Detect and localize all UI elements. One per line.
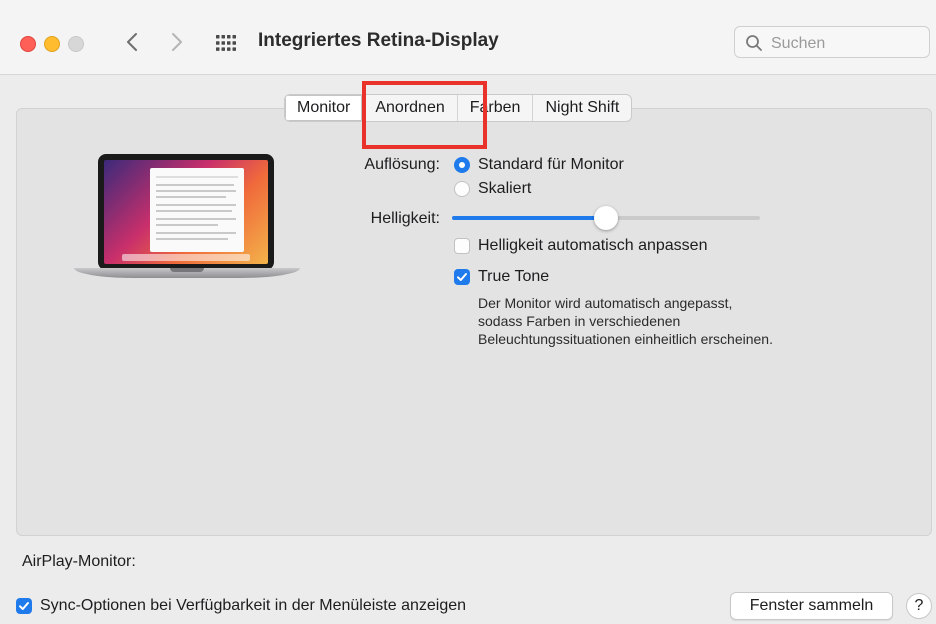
checkmark-icon [457,273,467,281]
checkmark-icon [19,602,29,610]
show-all-grid-icon[interactable] [214,31,238,55]
chevron-left-icon [127,33,137,51]
search-input[interactable] [769,31,923,57]
true-tone-checkbox[interactable] [454,269,470,285]
minimize-window-button[interactable] [44,36,60,52]
auto-brightness-label[interactable]: Helligkeit automatisch anpassen [478,237,707,255]
auto-brightness-checkbox[interactable] [454,238,470,254]
laptop-screen [104,160,268,264]
sync-options-label[interactable]: Sync-Optionen bei Verfügbarkeit in der M… [40,597,466,615]
zoom-window-button[interactable] [68,36,84,52]
screen-document-window [150,168,244,252]
true-tone-label[interactable]: True Tone [478,268,549,286]
radio-scaled-label[interactable]: Skaliert [478,180,531,198]
radio-standard-label[interactable]: Standard für Monitor [478,156,624,174]
airplay-monitor-label: AirPlay-Monitor: [22,553,136,570]
true-tone-description: Der Monitor wird automatisch angepasst, … [478,295,773,347]
help-button[interactable]: ? [906,593,932,619]
back-button[interactable] [120,28,144,56]
chevron-right-icon [172,33,182,51]
annotation-highlight-box [362,81,487,149]
brightness-slider[interactable] [452,206,760,230]
laptop-lid [98,154,274,270]
window-title: Integriertes Retina-Display [258,30,499,51]
search-field[interactable] [734,26,930,58]
gather-windows-button[interactable]: Fenster sammeln [730,592,893,620]
sync-options-checkbox[interactable] [16,598,32,614]
search-icon [746,35,762,51]
tab-monitor[interactable]: Monitor [285,95,363,121]
resolution-label: Auflösung: [364,156,440,173]
radio-standard[interactable] [454,157,470,173]
laptop-notch [170,268,204,272]
screen-dock [122,254,250,261]
brightness-slider-thumb[interactable] [594,206,618,230]
title-bar: Integriertes Retina-Display [0,0,936,75]
tab-night-shift[interactable]: Night Shift [532,95,631,121]
radio-scaled[interactable] [454,181,470,197]
close-window-button[interactable] [20,36,36,52]
laptop-illustration [74,150,300,292]
brightness-label: Helligkeit: [370,210,440,227]
brightness-slider-fill [452,216,606,220]
forward-button[interactable] [165,28,189,56]
